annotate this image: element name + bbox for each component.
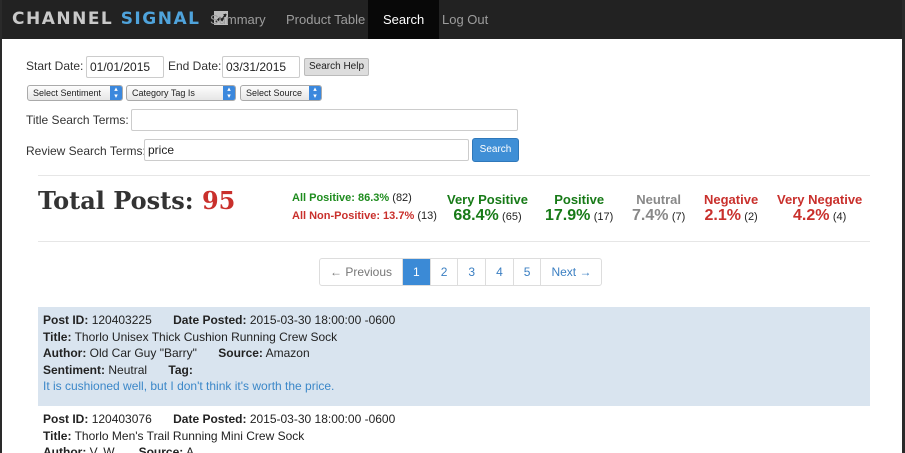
post-id-label: Post ID: — [43, 313, 89, 327]
top-navbar: CHANNEL SIGNAL Summary Product Table Sea… — [2, 0, 902, 39]
total-posts: Total Posts: 95 — [38, 186, 235, 215]
all-positive-label: All Positive: 86.3% — [292, 192, 390, 204]
author-label: Author: — [43, 346, 87, 360]
post-sentiment: Neutral — [108, 362, 148, 377]
stat-very-negative: Very Negative 4.2% (4) — [777, 192, 862, 225]
pagination-previous[interactable]: ← Previous — [320, 259, 404, 285]
pagination-page-1[interactable]: 1 — [403, 259, 431, 285]
brand-name-part2: SIGNAL — [120, 9, 201, 29]
select-arrows-icon: ▴ ▾ — [223, 86, 235, 100]
source-select-value: Select Source — [246, 88, 303, 98]
post-id-value: 120403076 — [91, 412, 152, 426]
post-author-line: Author: Old Car Guy "Barry" Source: Amaz… — [43, 345, 865, 362]
post-source: Amazon — [265, 346, 310, 360]
tag-label: Tag: — [168, 362, 193, 377]
title-terms-label: Title Search Terms: — [26, 113, 129, 127]
title-label: Title: — [43, 329, 72, 344]
author-label: Author: — [43, 445, 87, 453]
stat-count: (2) — [744, 211, 758, 223]
start-date-input[interactable] — [86, 56, 164, 78]
divider — [38, 175, 870, 176]
source-label: Source: — [138, 445, 184, 453]
pagination: ← Previous 1 2 3 4 5 Next → — [319, 258, 603, 286]
pagination-page-5[interactable]: 5 — [514, 259, 542, 285]
select-arrows-icon: ▴ ▾ — [309, 86, 321, 100]
post-author: V. W. — [89, 445, 118, 453]
stat-percent: 68.4% — [453, 207, 499, 224]
post-review-text: It is cushioned well, but I don't think … — [43, 379, 335, 393]
stat-neutral: Neutral 7.4% (7) — [632, 192, 685, 225]
stat-label: Positive — [554, 192, 605, 207]
sentiment-label: Sentiment: — [43, 362, 106, 377]
post-meta-line: Post ID: 120403225 Date Posted: 2015-03-… — [43, 312, 865, 329]
date-posted-label: Date Posted: — [173, 313, 247, 327]
stat-label: Very Positive — [447, 192, 528, 207]
post-author-line: Author: V. W. Source: A — [43, 444, 865, 453]
pagination-page-2[interactable]: 2 — [431, 259, 459, 285]
select-arrows-icon: ▴ ▾ — [110, 86, 122, 100]
search-help-button[interactable]: Search Help — [304, 58, 370, 76]
post-source: A — [185, 445, 194, 453]
stat-percent: 2.1% — [704, 207, 741, 224]
all-nonpositive-count: (13) — [417, 210, 437, 222]
stat-count: (17) — [593, 211, 614, 223]
stat-positive: Positive 17.9% (17) — [545, 192, 613, 225]
stat-percent: 17.9% — [545, 207, 591, 224]
all-nonpositive-stat: All Non-Positive: 13.7% (13) — [292, 210, 437, 222]
date-posted-value: 2015-03-30 18:00:00 -0600 — [249, 412, 396, 426]
post-item: Post ID: 120403076 Date Posted: 2015-03-… — [38, 406, 870, 453]
post-id-label: Post ID: — [43, 412, 89, 426]
start-date-label: Start Date: — [26, 59, 84, 73]
brand-name-part1: CHANNEL — [12, 9, 114, 29]
post-title: Thorlo Men's Trail Running Mini Crew Soc… — [74, 428, 305, 443]
post-title-line: Title: Thorlo Men's Trail Running Mini C… — [43, 428, 865, 445]
pagination-next[interactable]: Next → — [541, 259, 601, 285]
stat-negative: Negative 2.1% (2) — [704, 192, 758, 225]
source-label: Source: — [218, 346, 263, 360]
all-nonpositive-label: All Non-Positive: 13.7% — [292, 210, 415, 222]
nav-product-table[interactable]: Product Table — [271, 0, 380, 39]
nav-log-out[interactable]: Log Out — [427, 0, 503, 39]
sentiment-select-value: Select Sentiment — [33, 88, 102, 98]
review-terms-label: Review Search Terms: — [26, 144, 146, 158]
post-author: Old Car Guy "Barry" — [89, 346, 197, 360]
total-posts-label: Total Posts: — [38, 186, 194, 215]
title-label: Title: — [43, 428, 72, 443]
stat-very-positive: Very Positive 68.4% (65) — [447, 192, 528, 225]
post-title-line: Title: Thorlo Unisex Thick Cushion Runni… — [43, 329, 865, 346]
all-positive-count: (82) — [392, 192, 412, 204]
stat-percent: 7.4% — [632, 207, 669, 224]
stat-label: Negative — [704, 192, 759, 207]
post-id-value: 120403225 — [91, 313, 152, 327]
sentiment-select[interactable]: Select Sentiment ▴ ▾ — [27, 85, 123, 101]
stat-count: (4) — [832, 211, 847, 223]
nav-summary[interactable]: Summary — [195, 0, 281, 39]
stat-count: (65) — [502, 211, 522, 223]
stat-label: Neutral — [636, 192, 682, 207]
post-meta-line: Post ID: 120403076 Date Posted: 2015-03-… — [43, 411, 865, 428]
search-button[interactable]: Search — [472, 138, 519, 162]
stat-count: (7) — [671, 211, 686, 223]
divider — [38, 241, 870, 242]
stat-percent: 4.2% — [793, 207, 830, 224]
post-title: Thorlo Unisex Thick Cushion Running Crew… — [74, 329, 338, 344]
date-posted-label: Date Posted: — [173, 412, 247, 426]
stat-label: Very Negative — [777, 192, 863, 207]
app-frame: CHANNEL SIGNAL Summary Product Table Sea… — [0, 0, 905, 453]
end-date-input[interactable] — [222, 56, 300, 78]
title-terms-input[interactable] — [131, 109, 518, 131]
category-tag-select[interactable]: Category Tag Is ▴ ▾ — [126, 85, 236, 101]
pagination-page-3[interactable]: 3 — [458, 259, 487, 285]
pagination-page-4[interactable]: 4 — [486, 259, 514, 285]
date-posted-value: 2015-03-30 18:00:00 -0600 — [249, 313, 396, 327]
post-sentiment-line: Sentiment: Neutral Tag: — [43, 362, 865, 379]
category-tag-select-value: Category Tag Is — [132, 88, 195, 98]
all-positive-stat: All Positive: 86.3% (82) — [292, 192, 412, 204]
source-select[interactable]: Select Source ▴ ▾ — [240, 85, 322, 101]
review-terms-input[interactable] — [144, 139, 469, 161]
total-posts-value: 95 — [201, 186, 236, 215]
end-date-label: End Date: — [168, 59, 222, 73]
post-item: Post ID: 120403225 Date Posted: 2015-03-… — [38, 307, 870, 406]
